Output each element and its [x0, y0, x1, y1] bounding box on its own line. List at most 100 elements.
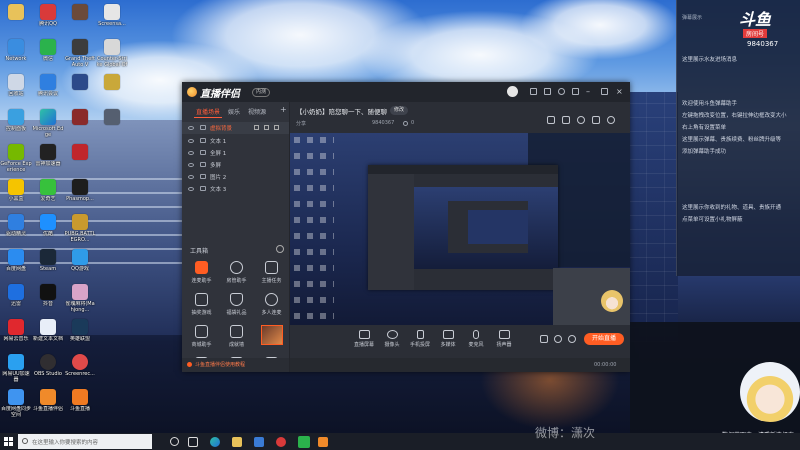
- desktop-icon[interactable]: [96, 107, 128, 142]
- desktop-icon[interactable]: 新建文本文档: [32, 317, 64, 352]
- add-tab-button[interactable]: +: [280, 105, 287, 114]
- cortana-icon[interactable]: [170, 437, 179, 446]
- desktop-icon[interactable]: Screenrec...: [64, 352, 96, 387]
- desktop-icon[interactable]: [96, 72, 128, 107]
- desktop-icon[interactable]: [64, 72, 96, 107]
- wechat-taskbar-icon[interactable]: [298, 436, 310, 448]
- desktop-icon[interactable]: 斗鱼直播伴侣: [32, 387, 64, 422]
- desktop-icon[interactable]: Network: [0, 37, 32, 72]
- record-icon[interactable]: [577, 116, 585, 124]
- phone-cast-button[interactable]: 手机投屏: [406, 330, 434, 348]
- edit-title-button[interactable]: 修改: [390, 106, 409, 115]
- desktop-icon[interactable]: Steam: [32, 247, 64, 282]
- message-icon[interactable]: [544, 88, 551, 95]
- desktop-icon[interactable]: 控制面板: [0, 107, 32, 142]
- desktop-icon[interactable]: 英雄联盟: [64, 317, 96, 352]
- share-button[interactable]: 分享: [296, 120, 306, 127]
- desktop-icon[interactable]: 网易云音乐: [0, 317, 32, 352]
- media-button[interactable]: 多媒体: [434, 330, 462, 348]
- tool-lucky-bag[interactable]: 福袋礼品: [219, 290, 254, 322]
- tool-host-task[interactable]: 主播任务: [254, 258, 289, 290]
- desktop-icon[interactable]: 微信: [32, 37, 64, 72]
- desktop-icon[interactable]: 抖音: [32, 282, 64, 317]
- notify-icon[interactable]: [592, 116, 600, 124]
- desktop-icon[interactable]: Counter-Strike Global Off...: [96, 37, 128, 72]
- desktop-icon[interactable]: 爱奇艺: [32, 177, 64, 212]
- desktop-icon[interactable]: PUBG BATTLEGRO...: [64, 212, 96, 247]
- share-icon[interactable]: [607, 116, 615, 124]
- desktop-icon[interactable]: 腾讯QQ: [32, 2, 64, 37]
- desktop-icon[interactable]: 百度网盘同步空间: [0, 387, 32, 422]
- desktop-icon[interactable]: 迅雷: [0, 282, 32, 317]
- taskbar-search-box[interactable]: 在这里输入你要搜索的内容: [18, 434, 152, 449]
- desktop-icon[interactable]: Grand Theft Auto V: [64, 37, 96, 72]
- settings-icon[interactable]: [568, 335, 576, 343]
- desktop-icon[interactable]: 雷神加速器: [32, 142, 64, 177]
- tool-shop[interactable]: 商城助手: [184, 322, 219, 354]
- desktop-icon[interactable]: [64, 2, 96, 37]
- live-preview[interactable]: [290, 133, 630, 325]
- task-view-icon[interactable]: [188, 437, 198, 447]
- desktop-icon[interactable]: 驱动精灵: [0, 212, 32, 247]
- screenshot-icon[interactable]: [562, 116, 570, 124]
- desktop-icon[interactable]: Phasmop...: [64, 177, 96, 212]
- settings-icon[interactable]: [558, 88, 565, 95]
- tool-achievement[interactable]: 成就墙: [219, 322, 254, 354]
- close-icon[interactable]: ×: [616, 87, 623, 96]
- eye-icon[interactable]: [188, 151, 194, 155]
- streamer-avatar[interactable]: [740, 362, 800, 422]
- record-settings-icon[interactable]: [540, 335, 548, 343]
- desktop-icon[interactable]: 优酷: [32, 212, 64, 247]
- start-live-button[interactable]: 开始直播: [584, 333, 624, 345]
- screen-capture-button[interactable]: 直播屏幕: [350, 330, 378, 348]
- tool-multi-link[interactable]: 多人连麦: [254, 290, 289, 322]
- tab-video-source[interactable]: 视频源: [248, 107, 266, 116]
- skin-icon[interactable]: [530, 88, 537, 95]
- edge-taskbar-icon[interactable]: [210, 437, 220, 447]
- desktop-icon[interactable]: OBS Studio: [32, 352, 64, 387]
- file-explorer-icon[interactable]: [232, 437, 242, 447]
- toolbox-toggle-icon[interactable]: [276, 245, 284, 253]
- tab-live-scene[interactable]: 直播场景: [196, 107, 220, 116]
- source-item[interactable]: 全屏 1: [182, 147, 289, 159]
- desktop-icon[interactable]: [64, 142, 96, 177]
- tool-lottery[interactable]: 抽奖游戏: [184, 290, 219, 322]
- menu-icon[interactable]: [572, 88, 579, 95]
- user-avatar[interactable]: [507, 86, 518, 97]
- eye-icon[interactable]: [188, 139, 194, 143]
- desktop-icon[interactable]: 百度网盘: [0, 247, 32, 282]
- store-icon[interactable]: [254, 437, 264, 447]
- tutorial-link[interactable]: 斗鱼直播伴侣使用教程: [195, 361, 245, 368]
- source-item[interactable]: 文本 3: [182, 183, 289, 195]
- tutorial-bar[interactable]: 斗鱼直播伴侣使用教程: [182, 358, 289, 372]
- preview-toggle-icon[interactable]: [554, 335, 562, 343]
- microphone-button[interactable]: 麦克风: [462, 330, 490, 348]
- desktop-icon[interactable]: 网易UU加速器: [0, 352, 32, 387]
- up-icon[interactable]: [264, 125, 269, 130]
- title-bar[interactable]: 直播伴侣 内测 – ×: [182, 82, 630, 102]
- gift-icon[interactable]: [547, 116, 555, 124]
- windows-start-icon[interactable]: [4, 437, 13, 446]
- desktop-icon[interactable]: QQ游戏: [64, 247, 96, 282]
- tab-entertainment[interactable]: 娱乐: [228, 107, 240, 116]
- speaker-button[interactable]: 扬声器: [490, 330, 518, 348]
- eye-icon[interactable]: [188, 163, 194, 167]
- source-item[interactable]: 多屏: [182, 159, 289, 171]
- tool-mic-link[interactable]: 连麦助手: [184, 258, 219, 290]
- tool-room-admin[interactable]: 房管助手: [219, 258, 254, 290]
- maximize-icon[interactable]: [601, 88, 608, 95]
- desktop-icon[interactable]: [64, 107, 96, 142]
- desktop-icon[interactable]: 回收站: [0, 72, 32, 107]
- douyu-taskbar-icon[interactable]: [318, 437, 328, 447]
- desktop-icon[interactable]: Screensa...: [96, 2, 128, 37]
- scene-header-row[interactable]: 虚拟背景: [182, 122, 289, 134]
- desktop-icon[interactable]: 腾讯会议: [32, 72, 64, 107]
- desktop-icon[interactable]: Microsoft Edge: [32, 107, 64, 142]
- desktop-icon[interactable]: GeForce Experience: [0, 142, 32, 177]
- desktop-icon[interactable]: 斗鱼直播: [64, 387, 96, 422]
- desktop-icon[interactable]: 小黑盒: [0, 177, 32, 212]
- lock-icon[interactable]: [254, 125, 259, 130]
- source-item[interactable]: 图片 2: [182, 171, 289, 183]
- desktop-icon[interactable]: 雀魂麻将(Mahjong...: [64, 282, 96, 317]
- source-item[interactable]: 文本 1: [182, 135, 289, 147]
